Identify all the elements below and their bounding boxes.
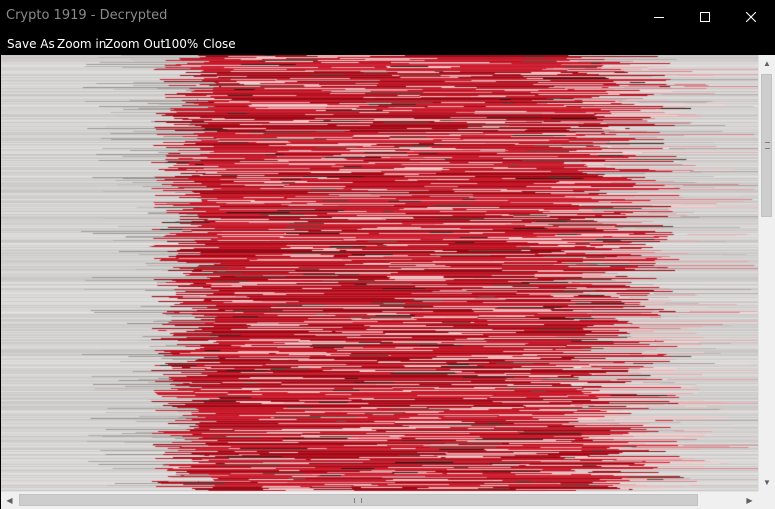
scroll-up-arrow-icon[interactable]: ▲ xyxy=(759,55,775,72)
image-viewport[interactable] xyxy=(1,55,758,491)
scroll-right-arrow-icon[interactable]: ▶ xyxy=(741,492,758,509)
window-title: Crypto 1919 - Decrypted xyxy=(6,8,168,23)
app-window: Crypto 1919 - Decrypted Save As Zoom in … xyxy=(0,0,775,509)
vertical-scroll-thumb[interactable] xyxy=(761,74,772,217)
vertical-scrollbar[interactable]: ▲ ▼ xyxy=(758,55,775,491)
close-window-button[interactable] xyxy=(728,0,774,33)
maximize-icon xyxy=(700,11,710,22)
scroll-left-arrow-icon[interactable]: ◀ xyxy=(1,492,18,509)
menu-close[interactable]: Close xyxy=(203,37,236,51)
scroll-down-arrow-icon[interactable]: ▼ xyxy=(759,474,775,491)
menu-zoom-out[interactable]: Zoom Out xyxy=(105,37,165,51)
decrypted-image xyxy=(1,55,758,491)
horizontal-scrollbar[interactable]: ◀ ▶ xyxy=(1,491,758,509)
menu-zoom-100[interactable]: 100% xyxy=(164,37,198,51)
maximize-button[interactable] xyxy=(682,0,728,33)
menu-zoom-in[interactable]: Zoom in xyxy=(57,37,106,51)
scrollbar-corner xyxy=(758,491,775,509)
horizontal-scroll-thumb[interactable] xyxy=(19,494,698,506)
menu-save-as[interactable]: Save As xyxy=(7,37,55,51)
menu-bar: Save As Zoom in Zoom Out 100% Close xyxy=(0,33,775,55)
close-icon xyxy=(746,11,756,22)
grip-icon xyxy=(354,498,362,503)
minimize-button[interactable] xyxy=(636,0,682,33)
minimize-icon xyxy=(654,16,664,18)
title-bar[interactable]: Crypto 1919 - Decrypted xyxy=(0,0,775,33)
grip-icon xyxy=(765,142,770,149)
